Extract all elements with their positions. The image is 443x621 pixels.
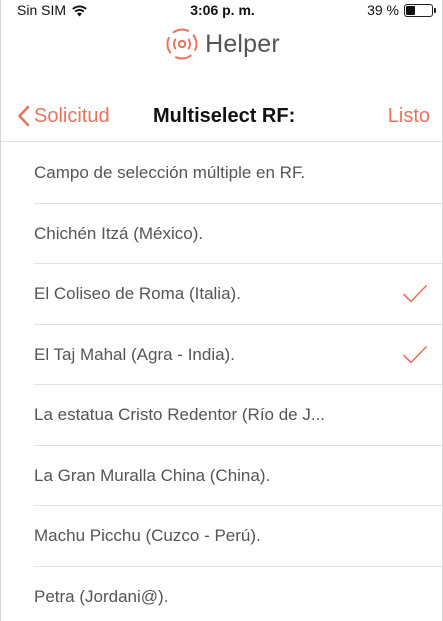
battery-percent: 39 % [367, 2, 399, 18]
list-item-2[interactable]: Chichén Itzá (México). [1, 204, 442, 265]
list-item-label: La estatua Cristo Redentor (Río de J... [34, 405, 326, 425]
list-item-label: Chichén Itzá (México). [34, 223, 204, 243]
list-item-label: Petra (Jordani@). [34, 586, 169, 606]
list-item-4[interactable]: El Taj Mahal (Agra - India). [1, 325, 442, 386]
status-bar: Sin SIM 3:06 p. m. 39 % [1, 0, 442, 20]
list-item-6[interactable]: La Gran Muralla China (China). [1, 446, 442, 507]
back-label: Solicitud [34, 104, 110, 127]
radar-signal-icon [165, 27, 199, 61]
checkmark-icon [402, 344, 428, 371]
battery-icon [404, 3, 433, 17]
list-item-5[interactable]: La estatua Cristo Redentor (Río de J... [1, 385, 442, 446]
list-item-3[interactable]: El Coliseo de Roma (Italia). [1, 264, 442, 325]
back-button[interactable]: Solicitud [17, 90, 110, 142]
list-item-label: Machu Picchu (Cuzco - Perú). [34, 526, 261, 546]
list-item-8[interactable]: Petra (Jordani@). [1, 567, 442, 621]
list-item-label: La Gran Muralla China (China). [34, 465, 271, 485]
done-button[interactable]: Listo [388, 90, 430, 142]
checkmark-icon [402, 283, 428, 310]
battery-level [406, 5, 415, 15]
status-battery: 39 % [367, 2, 436, 18]
brand-name: Helper [205, 29, 280, 58]
list-item-label: El Coliseo de Roma (Italia). [34, 284, 241, 304]
chevron-left-icon [17, 105, 30, 127]
navigation-bar: Solicitud Multiselect RF: Listo [1, 90, 442, 142]
screen: Sin SIM 3:06 p. m. 39 % Helper Solicitud… [0, 0, 443, 621]
list-item-1[interactable]: Campo de selección múltiple en RF. [1, 143, 442, 204]
options-list: Campo de selección múltiple en RF. Chich… [1, 143, 442, 621]
list-item-7[interactable]: Machu Picchu (Cuzco - Perú). [1, 506, 442, 567]
battery-nub [434, 7, 436, 13]
list-item-label: El Taj Mahal (Agra - India). [34, 344, 235, 364]
nav-title: Multiselect RF: [153, 105, 296, 127]
brand-header: Helper [1, 20, 442, 68]
list-item-label: Campo de selección múltiple en RF. [34, 163, 306, 183]
